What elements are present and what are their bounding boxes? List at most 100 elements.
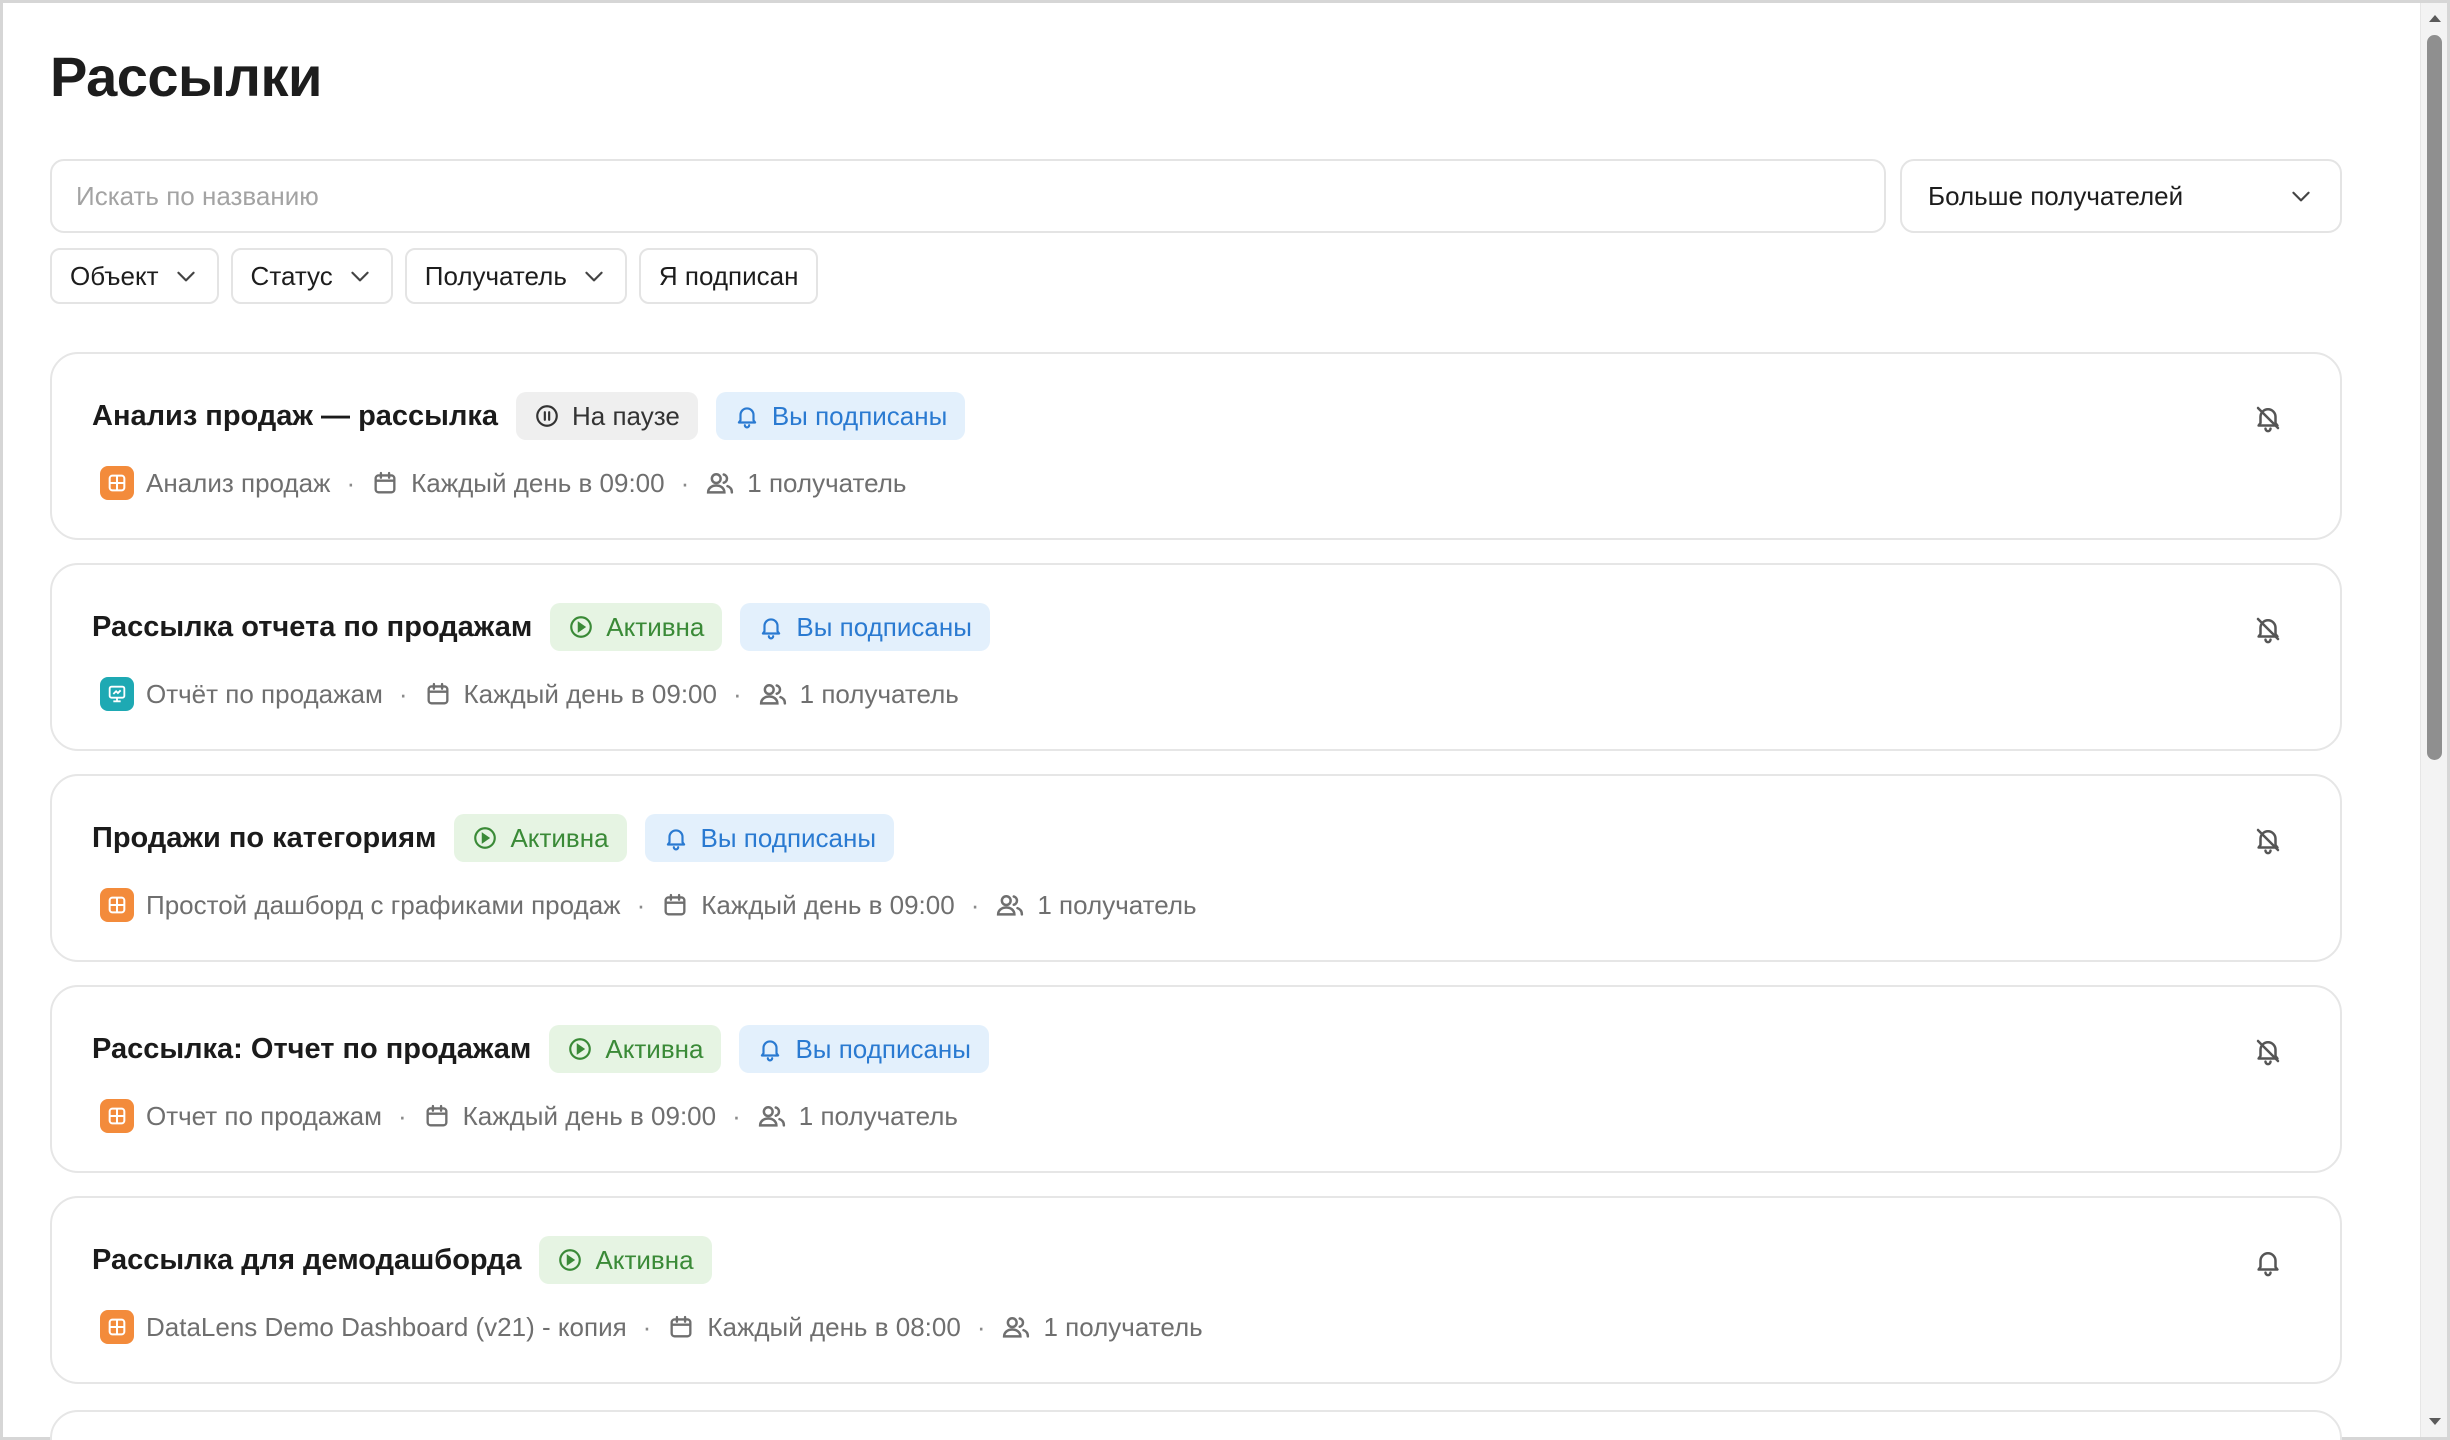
status-badge: На паузе xyxy=(516,392,698,440)
meta-schedule: Каждый день в 09:00 xyxy=(661,889,955,921)
chevron-down-icon xyxy=(176,271,195,282)
recipients-text: 1 получатель xyxy=(1043,1311,1203,1342)
meta-recipients: 1 получатель xyxy=(758,679,959,710)
subscription-card[interactable]: Рассылка для демодашборда Активна DataLe… xyxy=(50,1196,2342,1384)
object-name: DataLens Demo Dashboard (v21) - копия xyxy=(146,1311,627,1342)
status-label: Активна xyxy=(605,1033,704,1064)
card-title: Рассылка отчета по продажам xyxy=(92,610,533,643)
users-icon xyxy=(997,895,1024,916)
meta-object: Анализ продаж xyxy=(100,466,330,500)
subscription-card[interactable]: Продажи по категориям Активна Вы подписа… xyxy=(50,774,2342,962)
play-circle-icon xyxy=(569,1038,592,1060)
status-badge: Активна xyxy=(549,1025,722,1073)
bell-icon xyxy=(2257,1252,2279,1277)
calendar-icon xyxy=(670,1315,692,1338)
card-meta: DataLens Demo Dashboard (v21) - копия · … xyxy=(100,1310,1203,1344)
recipients-text: 1 получатель xyxy=(798,1100,958,1131)
scroll-down-arrow-icon[interactable] xyxy=(2421,1411,2448,1433)
object-name: Анализ продаж xyxy=(146,467,331,498)
status-label: На паузе xyxy=(572,400,680,431)
meta-schedule: Каждый день в 09:00 xyxy=(424,679,717,710)
object-name: Отчет по продажам xyxy=(146,1100,382,1131)
meta-object: Отчёт по продажам xyxy=(100,677,383,711)
scroll-up-arrow-icon[interactable] xyxy=(2421,7,2448,29)
dashboard-icon xyxy=(100,888,134,922)
bell-slash-icon xyxy=(2256,617,2280,644)
separator-dot: · xyxy=(642,1311,652,1342)
meta-recipients: 1 получатель xyxy=(757,1101,958,1132)
subscription-card[interactable]: Рассылка отчета по продажам Активна Вы п… xyxy=(50,563,2342,751)
filter-label: Получатель xyxy=(424,260,567,291)
card-header: Рассылка отчета по продажам Активна Вы п… xyxy=(92,603,990,651)
card-header: Рассылка для демодашборда Активна xyxy=(92,1236,712,1284)
unsubscribe-button[interactable] xyxy=(2248,820,2288,860)
users-icon xyxy=(707,473,734,494)
vertical-scrollbar[interactable] xyxy=(2420,3,2447,1437)
subscribed-badge: Вы подписаны xyxy=(644,814,895,862)
dashboard-icon xyxy=(100,466,134,500)
schedule-text: Каждый день в 09:00 xyxy=(462,1100,717,1131)
object-name: Отчёт по продажам xyxy=(146,678,383,709)
calendar-icon xyxy=(664,893,686,916)
report-icon xyxy=(100,677,134,711)
recipients-text: 1 получатель xyxy=(747,467,907,498)
users-icon xyxy=(759,684,786,705)
recipients-text: 1 получатель xyxy=(1037,889,1197,920)
subscribed-label: Вы подписаны xyxy=(795,1033,971,1064)
pause-circle-icon xyxy=(536,405,558,427)
separator-dot: · xyxy=(732,678,742,709)
subscription-card[interactable]: Анализ продаж — рассылка На паузе Вы под… xyxy=(50,352,2342,540)
card-header: Продажи по категориям Активна Вы подписа… xyxy=(92,814,895,862)
subscribed-label: Вы подписаны xyxy=(771,400,948,431)
subscription-card[interactable]: Рассылка: Отчет по продажам Активна Вы п… xyxy=(50,985,2342,1173)
card-meta: Анализ продаж · Каждый день в 09:00 · 1 … xyxy=(100,466,906,500)
card-meta: Простой дашборд с графиками продаж · Каж… xyxy=(100,888,1197,922)
schedule-text: Каждый день в 09:00 xyxy=(463,678,717,709)
meta-recipients: 1 получатель xyxy=(995,889,1197,921)
unsubscribe-button[interactable] xyxy=(2248,609,2288,649)
meta-schedule: Каждый день в 08:00 xyxy=(667,1312,961,1343)
separator-dot: · xyxy=(397,1100,407,1131)
meta-object: DataLens Demo Dashboard (v21) - копия xyxy=(100,1310,627,1344)
status-badge: Активна xyxy=(539,1236,712,1284)
subscribed-label: Вы подписаны xyxy=(796,611,972,642)
subscription-card-partial[interactable] xyxy=(50,1410,2342,1440)
separator-dot: · xyxy=(398,678,408,709)
filter-object-button[interactable]: Объект xyxy=(50,248,219,304)
bell-icon xyxy=(761,1040,780,1062)
filter-bar: Объект Статус Получатель Я подписан xyxy=(50,248,819,304)
dashboard-icon xyxy=(100,1099,134,1133)
bell-slash-icon xyxy=(2256,406,2280,433)
meta-object: Отчет по продажам xyxy=(100,1099,382,1133)
card-title: Продажи по категориям xyxy=(92,821,437,854)
subscribed-badge: Вы подписаны xyxy=(740,603,990,651)
scrollbar-thumb[interactable] xyxy=(2427,35,2442,760)
meta-recipients: 1 получатель xyxy=(1001,1311,1203,1343)
sort-select-value: Больше получателей xyxy=(1928,180,2184,211)
unsubscribe-button[interactable] xyxy=(2248,398,2288,438)
subscribed-badge: Вы подписаны xyxy=(739,1025,989,1073)
filter-label: Я подписан xyxy=(658,260,799,291)
bell-slash-icon xyxy=(2256,828,2280,855)
filter-status-button[interactable]: Статус xyxy=(230,248,393,304)
card-title: Рассылка для демодашборда xyxy=(92,1243,522,1276)
status-badge: Активна xyxy=(550,603,723,651)
status-label: Активна xyxy=(510,822,609,853)
search-input[interactable] xyxy=(50,159,1886,233)
filter-label: Объект xyxy=(70,260,159,291)
unsubscribe-button[interactable] xyxy=(2248,1031,2288,1071)
filter-subscribed-button[interactable]: Я подписан xyxy=(638,248,819,304)
schedule-text: Каждый день в 09:00 xyxy=(701,889,955,920)
meta-recipients: 1 получатель xyxy=(705,468,906,499)
users-icon xyxy=(1003,1317,1030,1338)
card-title: Рассылка: Отчет по продажам xyxy=(92,1032,532,1065)
calendar-icon xyxy=(427,682,448,705)
filter-recipient-button[interactable]: Получатель xyxy=(404,248,627,304)
play-circle-icon xyxy=(559,1249,582,1271)
recipients-text: 1 получатель xyxy=(799,678,959,709)
status-label: Активна xyxy=(595,1244,694,1275)
chevron-down-icon xyxy=(585,271,603,282)
card-header: Рассылка: Отчет по продажам Активна Вы п… xyxy=(92,1025,989,1073)
sort-select[interactable]: Больше получателей xyxy=(1900,159,2342,233)
subscribe-button[interactable] xyxy=(2248,1242,2288,1282)
